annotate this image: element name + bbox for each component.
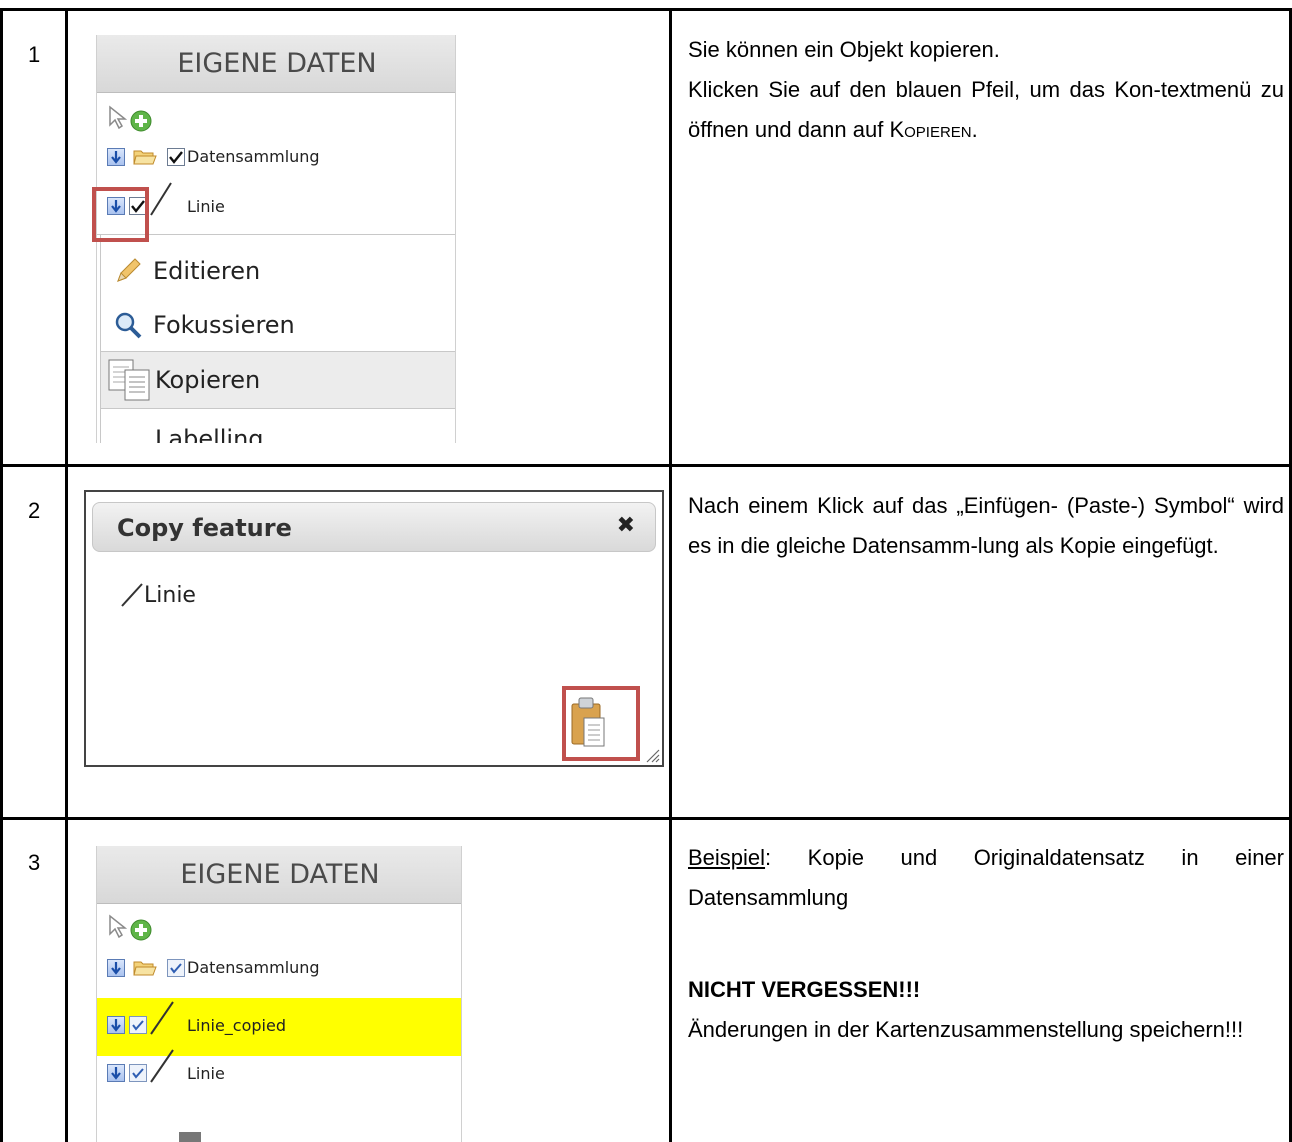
tree-row-collection: Datensammlung: [107, 147, 320, 166]
magnifier-icon: [115, 312, 142, 339]
menu-item-label: Editieren: [153, 257, 261, 285]
description-line: Beispiel: Kopie und Originaldatensatz in…: [688, 845, 1284, 910]
line-geometry-icon: [121, 583, 143, 607]
item-checkbox[interactable]: [129, 1016, 147, 1034]
item-label: Linie_copied: [187, 1015, 286, 1035]
context-menu-arrow-icon[interactable]: [107, 1064, 125, 1082]
context-menu-arrow-icon[interactable]: [107, 958, 125, 977]
folder-icon: [133, 148, 157, 166]
step-description: Nach einem Klick auf das „Einfügen- (Pas…: [688, 486, 1284, 566]
emphasis: Kopieren: [889, 117, 972, 142]
cut-off-icon: [179, 1132, 201, 1142]
panel-toolbar: [107, 101, 153, 133]
add-icon[interactable]: [129, 109, 153, 133]
row-number: 2: [28, 498, 41, 523]
layer-panel: EIGENE DATEN Datensammlung: [96, 846, 462, 1142]
menu-item-label: Fokussieren: [153, 311, 295, 339]
add-icon[interactable]: [129, 918, 153, 942]
example-label: Beispiel: [688, 845, 766, 870]
menu-item-labelling[interactable]: Labelling: [155, 419, 264, 443]
table-border-left: [0, 8, 3, 1142]
menu-item-edit[interactable]: Editieren: [113, 245, 260, 297]
close-icon[interactable]: ✖: [617, 513, 635, 538]
collection-label: Datensammlung: [187, 958, 320, 977]
tree-row-item: Linie: [107, 1049, 225, 1084]
description-line: Klicken Sie auf den blauen Pfeil, um das…: [688, 77, 1284, 142]
menu-item-copy[interactable]: Kopieren: [101, 351, 455, 409]
item-label: Linie: [187, 1063, 225, 1083]
tree-row-collection: Datensammlung: [107, 958, 320, 977]
table-border-col1: [65, 8, 68, 1142]
menu-item-focus[interactable]: Fokussieren: [113, 299, 295, 351]
row-number: 3: [28, 850, 41, 875]
warning-text: Änderungen in der Kartenzusammenstellung…: [688, 1017, 1244, 1042]
dialog-item-label: Linie: [144, 582, 196, 608]
collection-checkbox[interactable]: [167, 147, 185, 166]
step-description: Beispiel: Kopie und Originaldatensatz in…: [688, 838, 1284, 1050]
pencil-icon: [117, 258, 141, 282]
collection-checkbox[interactable]: [167, 958, 185, 977]
context-menu-arrow-icon[interactable]: [107, 147, 125, 166]
tree-row-item: Linie_copied: [107, 1001, 286, 1036]
panel-title: EIGENE DATEN: [97, 35, 455, 93]
pointer-icon[interactable]: [107, 105, 127, 129]
table-border-row2: [0, 817, 1292, 820]
folder-icon: [133, 959, 157, 977]
panel-title: EIGENE DATEN: [97, 846, 461, 904]
resize-handle-icon[interactable]: [644, 747, 660, 763]
row-number: 1: [28, 42, 41, 67]
context-menu: Editieren Fokussieren Kopieren Labelling: [100, 235, 455, 443]
collection-label: Datensammlung: [187, 147, 320, 166]
line-geometry-icon: [150, 1049, 174, 1083]
table-border-row1: [0, 464, 1292, 467]
description-line: Nach einem Klick auf das „Einfügen- (Pas…: [688, 493, 1284, 558]
line-geometry-icon: [150, 1001, 174, 1035]
warning-heading: NICHT VERGESSEN!!!: [688, 977, 921, 1002]
item-label: Linie: [187, 196, 225, 216]
highlight-box: [562, 686, 640, 761]
table-border-col2: [669, 8, 672, 1142]
menu-item-label: Kopieren: [155, 366, 261, 394]
menu-item-label: Labelling: [155, 425, 264, 443]
dialog-header: Copy feature ✖: [92, 502, 656, 552]
pointer-icon[interactable]: [107, 914, 127, 938]
description-line: Sie können ein Objekt kopieren.: [688, 37, 1000, 62]
highlight-box: [92, 187, 149, 242]
copy-icon: [108, 359, 150, 401]
item-checkbox[interactable]: [129, 1064, 147, 1082]
panel-toolbar: [107, 910, 153, 942]
layer-panel: EIGENE DATEN Datensammlung: [96, 35, 456, 443]
table-border-top: [0, 8, 1292, 11]
dialog-item: Linie: [120, 582, 196, 608]
line-geometry-icon: [150, 182, 172, 216]
dialog-title: Copy feature: [117, 514, 292, 542]
step-description: Sie können ein Objekt kopieren. Klicken …: [688, 30, 1284, 150]
context-menu-arrow-icon[interactable]: [107, 1016, 125, 1034]
